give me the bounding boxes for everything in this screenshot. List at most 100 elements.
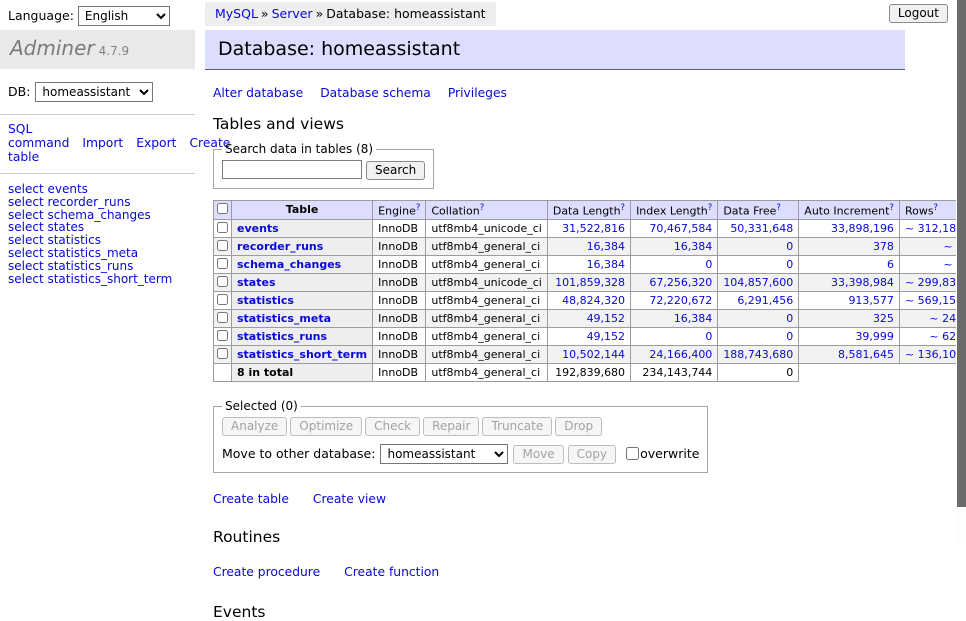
repair-button[interactable]: Repair <box>423 417 479 436</box>
analyze-button[interactable]: Analyze <box>222 417 287 436</box>
auto-increment-link[interactable]: 913,577 <box>848 294 894 307</box>
index-length-link[interactable]: 0 <box>705 258 712 271</box>
data-free-link[interactable]: 0 <box>786 258 793 271</box>
rows-link[interactable]: ~ 312,180 <box>905 222 963 235</box>
row-checkbox[interactable] <box>217 222 228 233</box>
table-link-recorder-runs[interactable]: recorder_runs <box>237 240 323 253</box>
check-button[interactable]: Check <box>365 417 420 436</box>
rows-link[interactable]: ~ 136,108 <box>905 348 963 361</box>
auto-increment-link[interactable]: 8,581,645 <box>838 348 894 361</box>
data-length-link[interactable]: 10,502,144 <box>562 348 625 361</box>
index-length-link[interactable]: 16,384 <box>674 240 713 253</box>
row-checkbox[interactable] <box>217 348 228 359</box>
truncate-button[interactable]: Truncate <box>482 417 552 436</box>
logout-button[interactable]: Logout <box>889 4 948 23</box>
routines-create-function[interactable]: Create function <box>344 565 439 579</box>
data-length-link[interactable]: 16,384 <box>587 258 626 271</box>
move-button[interactable]: Move <box>513 445 563 464</box>
row-checkbox[interactable] <box>217 312 228 323</box>
app-name[interactable]: Adminer <box>10 36 95 60</box>
auto-increment-link[interactable]: 33,398,984 <box>831 276 894 289</box>
footer-create-view[interactable]: Create view <box>313 492 386 506</box>
table-link-statistics[interactable]: statistics <box>237 294 294 307</box>
drop-button[interactable]: Drop <box>555 417 602 436</box>
copy-button[interactable]: Copy <box>568 445 616 464</box>
row-checkbox[interactable] <box>217 276 228 287</box>
sidebar-actions: SQL commandImportExportCreate table <box>0 115 195 174</box>
scrollbar-thumb[interactable] <box>957 0 966 507</box>
data-length-link[interactable]: 48,824,320 <box>562 294 625 307</box>
table-link-events[interactable]: events <box>237 222 279 235</box>
table-link-statistics-short-term[interactable]: statistics_short_term <box>237 348 367 361</box>
data-free-link[interactable]: 104,857,600 <box>723 276 793 289</box>
sidebar-table-links: select eventsselect recorder_runsselect … <box>0 174 195 285</box>
sidebar-select-statistics-short-term[interactable]: select statistics_short_term <box>8 273 195 286</box>
help-link-data-free[interactable]: ? <box>776 203 781 213</box>
breadcrumb-server[interactable]: Server <box>272 6 313 21</box>
auto-increment-link[interactable]: 378 <box>873 240 894 253</box>
subnav-privileges[interactable]: Privileges <box>448 86 507 100</box>
breadcrumb-mysql[interactable]: MySQL <box>215 6 258 21</box>
help-link-auto-increment[interactable]: ? <box>889 203 894 213</box>
rows-link[interactable]: ~ 299,833 <box>905 276 963 289</box>
subnav-database-schema[interactable]: Database schema <box>320 86 431 100</box>
table-link-states[interactable]: states <box>237 276 276 289</box>
selected-legend: Selected (0) <box>222 399 301 413</box>
row-checkbox[interactable] <box>217 294 228 305</box>
data-free-link[interactable]: 0 <box>786 312 793 325</box>
data-free-link[interactable]: 6,291,456 <box>737 294 793 307</box>
sidebar-select-recorder-runs[interactable]: select recorder_runs <box>8 196 195 209</box>
data-free-link[interactable]: 188,743,680 <box>723 348 793 361</box>
data-free-link[interactable]: 0 <box>786 330 793 343</box>
table-row-statistics_runs: statistics_runsInnoDButf8mb4_general_ci4… <box>214 328 966 346</box>
data-length-link[interactable]: 16,384 <box>587 240 626 253</box>
table-link-statistics-runs[interactable]: statistics_runs <box>237 330 327 343</box>
auto-increment-link[interactable]: 39,999 <box>855 330 894 343</box>
overwrite-checkbox[interactable] <box>626 447 639 460</box>
search-input[interactable] <box>222 160 362 179</box>
data-length-link[interactable]: 49,152 <box>587 330 626 343</box>
rows-link[interactable]: ~ 569,159 <box>905 294 963 307</box>
select-all-checkbox[interactable] <box>217 203 228 214</box>
data-length-link[interactable]: 49,152 <box>587 312 626 325</box>
optimize-button[interactable]: Optimize <box>290 417 362 436</box>
data-free-link[interactable]: 0 <box>786 240 793 253</box>
help-link-engine[interactable]: ? <box>416 203 421 213</box>
language-select[interactable]: English <box>78 6 170 26</box>
help-link-index-length[interactable]: ? <box>708 203 713 213</box>
index-length-link[interactable]: 16,384 <box>674 312 713 325</box>
row-checkbox[interactable] <box>217 258 228 269</box>
sidebar-action-export[interactable]: Export <box>136 136 176 150</box>
index-length-link[interactable]: 72,220,672 <box>649 294 712 307</box>
row-checkbox[interactable] <box>217 330 228 341</box>
sidebar-action-sql-command[interactable]: SQL command <box>8 122 69 150</box>
table-link-statistics-meta[interactable]: statistics_meta <box>237 312 331 325</box>
data-length-link[interactable]: 101,859,328 <box>555 276 625 289</box>
sidebar-action-import[interactable]: Import <box>82 136 123 150</box>
footer-create-table[interactable]: Create table <box>213 492 289 506</box>
sidebar-select-events[interactable]: select events <box>8 183 195 196</box>
auto-increment-link[interactable]: 325 <box>873 312 894 325</box>
db-select[interactable]: homeassistant <box>35 82 153 102</box>
scrollbar-track[interactable] <box>956 0 966 543</box>
sidebar-select-statistics-meta[interactable]: select statistics_meta <box>8 247 195 260</box>
help-link-data-length[interactable]: ? <box>621 203 626 213</box>
help-link-collation[interactable]: ? <box>480 203 485 213</box>
routines-create-procedure[interactable]: Create procedure <box>213 565 320 579</box>
move-db-select[interactable]: homeassistant <box>380 444 508 464</box>
auto-increment-link[interactable]: 33,898,196 <box>831 222 894 235</box>
index-length-link[interactable]: 0 <box>705 330 712 343</box>
index-length-link[interactable]: 67,256,320 <box>649 276 712 289</box>
index-length-link[interactable]: 24,166,400 <box>649 348 712 361</box>
table-link-schema-changes[interactable]: schema_changes <box>237 258 341 271</box>
subnav-alter-database[interactable]: Alter database <box>213 86 303 100</box>
auto-increment-link[interactable]: 6 <box>887 258 894 271</box>
sidebar-select-statistics-runs[interactable]: select statistics_runs <box>8 260 195 273</box>
app-logo: Adminer4.7.9 <box>0 30 195 69</box>
help-link-rows[interactable]: ? <box>934 203 939 213</box>
data-free-link[interactable]: 50,331,648 <box>730 222 793 235</box>
row-checkbox[interactable] <box>217 240 228 251</box>
data-length-link[interactable]: 31,522,816 <box>562 222 625 235</box>
search-button[interactable]: Search <box>366 161 425 180</box>
index-length-link[interactable]: 70,467,584 <box>649 222 712 235</box>
